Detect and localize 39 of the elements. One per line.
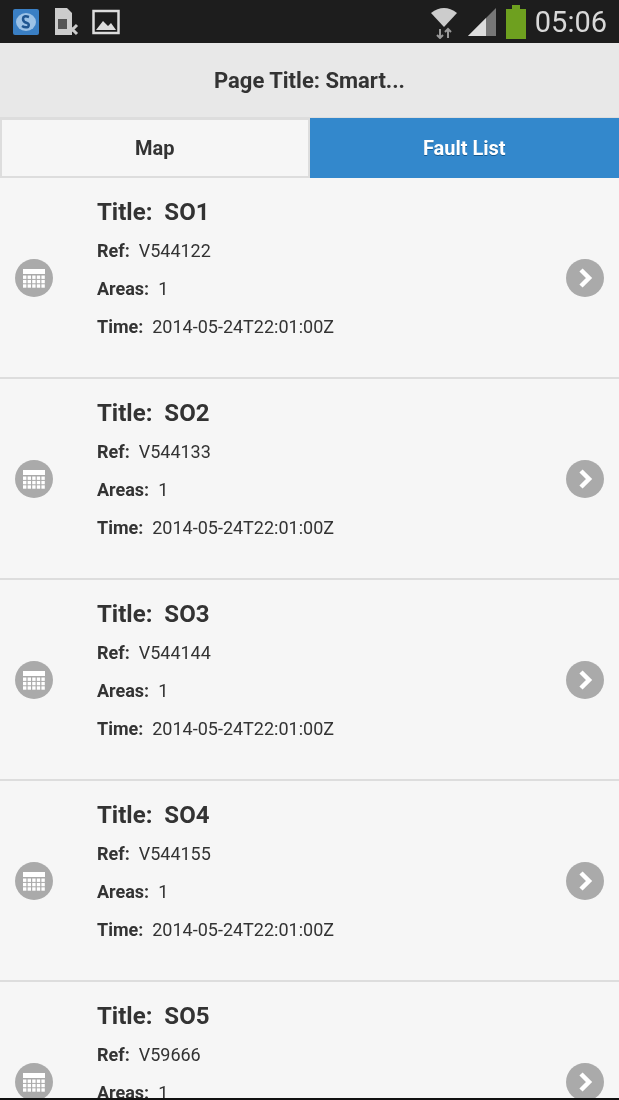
calendar-icon	[15, 459, 53, 498]
chevron-right-icon	[566, 459, 604, 498]
item-field: Areas: 1	[97, 479, 566, 501]
item-field: Areas: 1	[97, 881, 566, 903]
image-icon	[92, 8, 120, 35]
calendar-icon	[15, 660, 53, 699]
item-title: Title: SO4	[97, 801, 211, 829]
battery-icon	[504, 4, 527, 39]
item-field: Ref: V544155	[97, 843, 566, 865]
chevron-right-icon	[566, 861, 604, 900]
page-title: Page Title: Smart...	[214, 67, 405, 93]
sim-card-icon	[53, 6, 79, 37]
clock-time: 05:06	[534, 4, 607, 39]
list-item[interactable]: Title: SO2 Ref: V544133 Areas: 1 Time: 2014-05-24T22:01:00Z	[0, 379, 619, 580]
item-field: Time: 2014-05-24T22:01:00Z	[97, 718, 566, 740]
item-field: Ref: V544122	[97, 240, 566, 262]
item-field: Ref: V544133	[97, 441, 566, 463]
item-title: Title: SO3	[97, 600, 211, 628]
tab[interactable]: Fault List	[309, 118, 619, 178]
item-field: Areas: 1	[97, 680, 566, 702]
item-field: Ref: V544144	[97, 642, 566, 664]
chevron-right-icon	[566, 660, 604, 699]
item-title: Title: SO2	[97, 399, 211, 427]
list-item[interactable]: Title: SO1 Ref: V544122 Areas: 1 Time: 2014-05-24T22:01:00Z	[0, 178, 619, 379]
item-field: Areas: 1	[97, 278, 566, 300]
item-title: Title: SO5	[97, 1002, 211, 1030]
tab[interactable]: Map	[0, 118, 310, 178]
calendar-icon	[15, 861, 53, 900]
list-item[interactable]: Title: SO3 Ref: V544144 Areas: 1 Time: 2014-05-24T22:01:00Z	[0, 580, 619, 781]
chevron-right-icon	[566, 258, 604, 297]
item-field: Time: 2014-05-24T22:01:00Z	[97, 517, 566, 539]
item-title: Title: SO1	[97, 198, 211, 226]
calendar-icon	[15, 258, 53, 297]
list-item[interactable]: Title: SO4 Ref: V544155 Areas: 1 Time: 2014-05-24T22:01:00Z	[0, 781, 619, 982]
app-icon	[12, 7, 40, 36]
item-field: Time: 2014-05-24T22:01:00Z	[97, 919, 566, 941]
item-field: Ref: V59666	[97, 1044, 566, 1066]
signal-icon	[466, 6, 497, 37]
item-field: Time: 2014-05-24T22:01:00Z	[97, 316, 566, 338]
